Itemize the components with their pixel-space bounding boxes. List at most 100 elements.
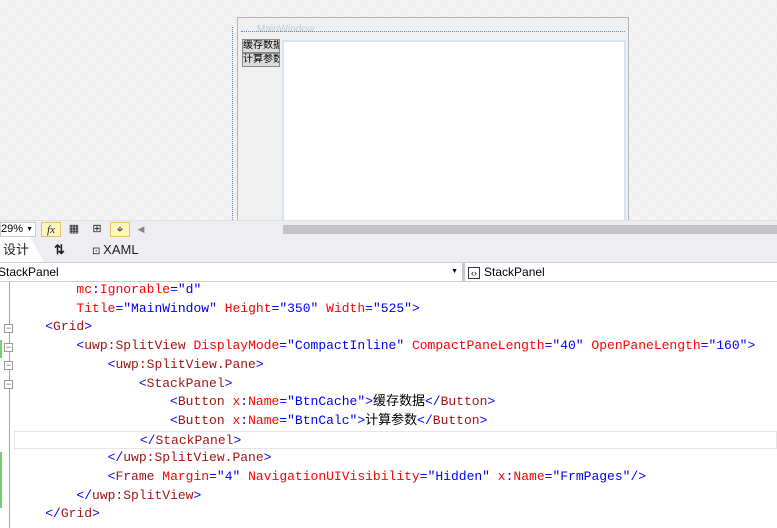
code-token: uwp:SplitView — [92, 487, 194, 503]
code-token: </ — [424, 394, 441, 410]
code-token: Button — [177, 412, 225, 428]
xaml-icon: ⊡ — [92, 246, 104, 257]
collapse-icon[interactable]: − — [4, 380, 13, 389]
collapse-icon[interactable]: − — [4, 343, 13, 352]
snap-grid-icon[interactable]: ⊞ — [87, 222, 107, 237]
code-token: "FrmPages" — [552, 469, 631, 484]
frame-preview[interactable] — [282, 40, 626, 223]
code-token: < — [170, 412, 178, 428]
code-token: Name — [248, 394, 280, 410]
code-token: uwp:SplitView — [84, 338, 186, 354]
zoom-value: 29% — [1, 223, 24, 235]
code-token: = — [279, 412, 288, 428]
grid-icon[interactable]: ▦ — [64, 222, 84, 237]
code-token: = — [279, 394, 288, 410]
code-line[interactable]: </uwp:SplitView> — [14, 487, 201, 506]
code-token: : — [240, 412, 249, 428]
code-line[interactable]: </StackPanel> — [14, 430, 777, 450]
collapse-icon[interactable]: − — [4, 324, 13, 333]
xaml-editor[interactable]: − − − − mc:Ignorable="d" Title="MainWind… — [0, 282, 777, 528]
pane-button-cache[interactable]: 缓存数据 — [242, 39, 280, 53]
pane-button-calc[interactable]: 计算参数 — [242, 53, 280, 67]
code-token: : — [240, 394, 249, 410]
code-line[interactable]: <uwp:SplitView.Pane> — [14, 356, 264, 375]
code-token: > — [479, 412, 488, 428]
fx-icon[interactable]: fx — [41, 222, 61, 237]
swap-panes-icon[interactable]: ⇅ — [54, 237, 65, 262]
code-line[interactable]: mc:Ignorable="d" — [14, 281, 201, 300]
code-line[interactable]: <Button x:Name="BtnCalc">计算参数</Button> — [14, 412, 487, 431]
code-line[interactable]: Title="MainWindow" Height="350" Width="5… — [14, 300, 419, 319]
member-dropdown[interactable]: ‹› StackPanel — [468, 263, 545, 281]
code-token: </ — [76, 487, 93, 503]
code-token: > — [365, 394, 373, 410]
code-token: > — [92, 506, 100, 522]
member-dropdown-value: StackPanel — [484, 265, 545, 279]
code-token: mc — [76, 282, 93, 297]
code-token: "CompactInline" — [287, 338, 405, 354]
window-title: MainWindow — [257, 24, 315, 35]
code-token: < — [138, 375, 147, 391]
horizontal-scrollbar[interactable] — [283, 225, 777, 234]
code-token: DisplayMode — [193, 338, 280, 354]
gutter-line — [9, 282, 10, 528]
code-token: Height — [224, 300, 272, 316]
type-dropdown[interactable]: StackPanel ▼ — [0, 263, 462, 281]
code-token: "BtnCalc" — [287, 412, 358, 428]
code-line[interactable]: <Frame Margin="4" NavigationUIVisibility… — [14, 468, 646, 487]
code-token: "160" — [708, 338, 748, 354]
snap-lines-icon[interactable]: ⌖ — [110, 222, 130, 237]
code-token: = — [419, 469, 428, 484]
code-token: "BtnCache" — [287, 394, 366, 410]
chevron-down-icon: ▼ — [451, 268, 458, 275]
code-token: NavigationUIVisibility — [248, 469, 420, 484]
code-token: uwp:SplitView.Pane — [123, 450, 264, 466]
code-token: < — [170, 394, 178, 410]
code-token: > — [357, 412, 366, 428]
code-line[interactable]: </Grid> — [14, 505, 100, 524]
chevron-down-icon: ▼ — [26, 226, 33, 233]
code-line[interactable]: </uwp:SplitView.Pane> — [14, 449, 272, 468]
code-token: Title — [76, 300, 116, 316]
code-token: = — [170, 282, 178, 297]
code-token: > — [224, 375, 233, 391]
code-token: Margin — [162, 469, 210, 484]
type-dropdown-value: StackPanel — [0, 265, 59, 279]
code-token: > — [487, 394, 496, 410]
code-token: Ignorable — [99, 282, 171, 297]
tab-xaml[interactable]: ⊡ XAML — [92, 237, 139, 262]
tab-design[interactable]: 设计 — [0, 237, 44, 262]
code-line[interactable]: <StackPanel> — [14, 375, 233, 394]
code-line[interactable]: <Button x:Name="BtnCache">缓存数据</Button> — [14, 393, 495, 412]
zoom-select[interactable]: 29% ▼ — [0, 222, 36, 237]
code-token: Frame — [115, 469, 155, 484]
code-token: StackPanel — [146, 375, 225, 391]
code-token: Name — [513, 469, 545, 484]
scroll-left-icon[interactable]: ◀ — [131, 222, 151, 237]
collapse-icon[interactable]: − — [4, 361, 13, 370]
code-token: OpenPaneLength — [591, 338, 701, 354]
code-token: > — [255, 356, 264, 372]
code-token: "350" — [279, 300, 319, 316]
window-preview[interactable]: MainWindow 缓存数据 计算参数 — [237, 17, 629, 223]
code-line[interactable]: <uwp:SplitView DisplayMode="CompactInlin… — [14, 337, 755, 356]
design-surface[interactable]: MainWindow 缓存数据 计算参数 — [0, 0, 777, 223]
code-line[interactable]: <Grid> — [14, 318, 92, 337]
code-token: 缓存数据 — [372, 394, 425, 410]
code-token: > — [747, 338, 756, 354]
